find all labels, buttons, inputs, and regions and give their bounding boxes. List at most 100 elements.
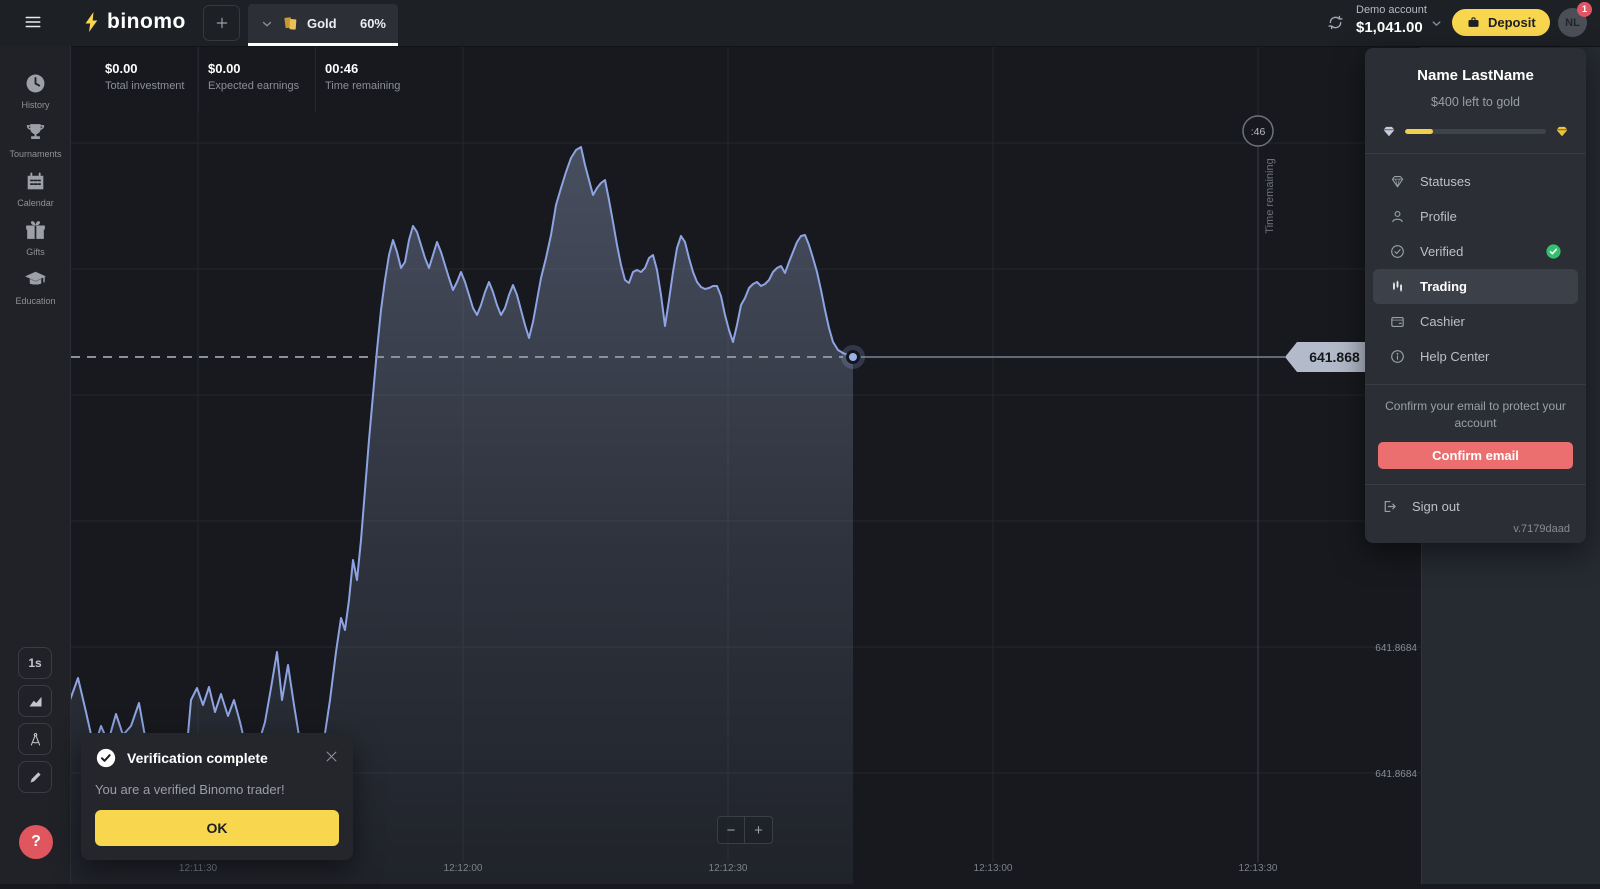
sidebar-item-label: Tournaments <box>9 149 61 159</box>
asset-tab-gold[interactable]: Gold 60% <box>248 4 398 46</box>
asset-payout: 60% <box>360 16 386 31</box>
confirm-email-button[interactable]: Confirm email <box>1378 442 1573 469</box>
user-menu-header: Name LastName $400 left to gold <box>1365 48 1586 153</box>
deposit-label: Deposit <box>1488 15 1536 30</box>
account-switcher[interactable]: Demo account $1,041.00 <box>1356 5 1427 35</box>
gifts-icon <box>23 218 48 243</box>
toast-ok-button[interactable]: OK <box>95 810 339 846</box>
chart-zoom-controls: − + <box>717 816 773 844</box>
asset-name: Gold <box>307 16 337 31</box>
top-bar: binomo Gold 60% Demo account $1,041.00 D… <box>0 0 1600 47</box>
current-point <box>848 352 859 363</box>
plus-icon <box>214 15 230 31</box>
bolt-icon <box>80 9 104 35</box>
stat-label: Total investment <box>105 80 198 92</box>
user-menu-panel: Name LastName $400 left to gold Statuses… <box>1365 48 1586 543</box>
profile-icon <box>1389 208 1406 225</box>
chart-type-icon <box>27 693 44 710</box>
chevron-down-icon[interactable] <box>260 17 274 31</box>
check-circle-icon <box>95 747 117 769</box>
help-center-icon <box>1389 348 1406 365</box>
sidebar-item-tournaments[interactable]: Tournaments <box>0 120 71 159</box>
tournaments-icon <box>23 120 48 145</box>
timeframe-button[interactable]: 1s <box>18 647 52 679</box>
progress-track <box>1405 129 1546 134</box>
time-axis-tick: 12:12:00 <box>444 863 483 874</box>
menu-item-label: Help Center <box>1420 349 1489 364</box>
history-icon <box>23 71 48 96</box>
stat-2: 00:46 Time remaining <box>316 46 436 112</box>
sidebar-item-label: Education <box>15 296 55 306</box>
current-price-tag <box>1285 342 1368 372</box>
pencil-icon <box>27 769 44 786</box>
menu-item-label: Verified <box>1420 244 1463 259</box>
price-axis-tick: 641.8684 <box>1375 769 1417 780</box>
menu-item-label: Statuses <box>1420 174 1471 189</box>
sidebar-item-calendar[interactable]: Calendar <box>0 169 71 208</box>
account-chevron-down-icon[interactable] <box>1430 17 1443 30</box>
stat-label: Expected earnings <box>208 80 315 92</box>
user-menu-items: Statuses Profile Verified Trading Cashier Hel… <box>1365 154 1586 384</box>
time-axis-tick: 12:12:30 <box>709 863 748 874</box>
sidebar-item-label: Gifts <box>26 247 45 257</box>
account-balance: $1,041.00 <box>1356 20 1427 35</box>
education-icon <box>23 267 48 292</box>
menu-item-statuses[interactable]: Statuses <box>1373 164 1578 199</box>
menu-item-trading[interactable]: Trading <box>1373 269 1578 304</box>
trading-icon <box>1389 278 1406 295</box>
cashier-icon <box>1389 313 1406 330</box>
stat-label: Time remaining <box>325 80 436 92</box>
refresh-icon[interactable] <box>1326 13 1345 32</box>
diamond-gold-icon <box>1554 124 1570 138</box>
stat-0: $0.00Total investment <box>71 46 199 112</box>
left-sidebar: History Tournaments Calendar Gifts Education… <box>0 46 71 884</box>
sidebar-item-gifts[interactable]: Gifts <box>0 218 71 257</box>
progress-fill <box>1405 129 1433 134</box>
drawing-button[interactable] <box>18 761 52 793</box>
zoom-in-button[interactable]: + <box>745 816 773 844</box>
stat-1: $0.00 Expected earnings <box>199 46 316 112</box>
toast-title: Verification complete <box>127 750 268 766</box>
app-version: v.7179daad <box>1381 523 1570 535</box>
account-type: Demo account <box>1356 5 1427 16</box>
indicators-button[interactable] <box>18 723 52 755</box>
diamond-silver-icon <box>1381 124 1397 138</box>
verification-toast: Verification complete You are a verified… <box>81 733 353 860</box>
confirm-email-section: Confirm your email to protect your accou… <box>1365 385 1586 484</box>
help-button[interactable]: ? <box>19 825 53 859</box>
sidebar-nav: History Tournaments Calendar Gifts Education <box>0 46 70 306</box>
calendar-icon <box>23 169 48 194</box>
time-axis-tick: 12:11:30 <box>179 863 218 874</box>
countdown-value: :46 <box>1251 126 1266 138</box>
sidebar-item-history[interactable]: History <box>0 71 71 110</box>
menu-item-label: Trading <box>1420 279 1467 294</box>
countdown-circle <box>1243 116 1273 146</box>
verified-badge-icon <box>1545 243 1562 260</box>
sidebar-item-education[interactable]: Education <box>0 267 71 306</box>
deposit-button[interactable]: Deposit <box>1452 9 1550 36</box>
stat-value: 00:46 <box>325 61 436 76</box>
status-progress-text: $400 left to gold <box>1381 95 1570 109</box>
current-price-value: 641.868 <box>1309 349 1360 365</box>
chart-tools: 1s <box>18 647 52 799</box>
logo-text: binomo <box>107 10 186 34</box>
briefcase-icon <box>1466 15 1481 30</box>
zoom-out-button[interactable]: − <box>717 816 745 844</box>
close-icon[interactable] <box>324 749 339 764</box>
menu-icon[interactable] <box>22 13 44 31</box>
sign-out-button[interactable]: Sign out <box>1381 498 1570 515</box>
stat-value: $0.00 <box>208 61 315 76</box>
menu-item-profile[interactable]: Profile <box>1373 199 1578 234</box>
chart-type-button[interactable] <box>18 685 52 717</box>
drawing-compass-icon <box>27 731 44 748</box>
add-asset-tab-button[interactable] <box>203 5 240 41</box>
user-name: Name LastName <box>1381 67 1570 84</box>
menu-item-verified[interactable]: Verified <box>1373 234 1578 269</box>
menu-item-help-center[interactable]: Help Center <box>1373 339 1578 374</box>
gold-bars-icon <box>281 14 300 33</box>
menu-item-cashier[interactable]: Cashier <box>1373 304 1578 339</box>
menu-item-label: Cashier <box>1420 314 1465 329</box>
toast-header: Verification complete <box>95 747 339 769</box>
binomo-logo: binomo <box>80 9 186 35</box>
time-remaining-axis-label: Time remaining <box>1264 158 1276 233</box>
